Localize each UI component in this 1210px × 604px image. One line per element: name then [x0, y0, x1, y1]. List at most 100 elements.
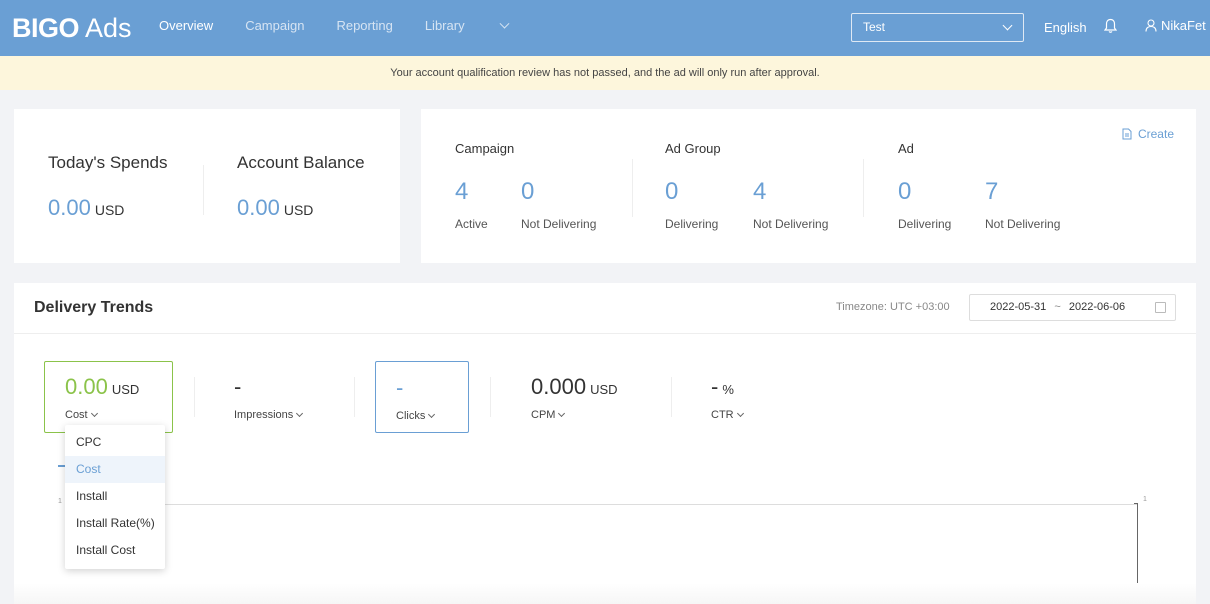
ad-delivering-label: Delivering: [898, 217, 952, 231]
todays-spends: Today's Spends 0.00 USD: [48, 153, 168, 221]
metric-cpm-value-row: 0.000 USD: [531, 374, 648, 400]
logo-bigo: BIGO: [12, 12, 80, 43]
bell-icon[interactable]: [1104, 18, 1117, 34]
chevron-down-icon: [1002, 20, 1013, 31]
main-nav: Overview Campaign Reporting Library: [159, 18, 540, 33]
campaign-active-count: 4: [455, 178, 469, 205]
adgroup-counts: Ad Group 0 Delivering 4 Not Delivering: [665, 141, 828, 231]
metric-ctr-label: CTR: [711, 409, 734, 421]
metric-impressions-label: Impressions: [234, 409, 294, 421]
delivery-trends-card: Delivery Trends Timezone: UTC +03:00 202…: [14, 283, 1196, 604]
dropdown-option-cpc[interactable]: CPC: [65, 429, 165, 456]
account-balance: Account Balance 0.00 USD: [237, 153, 365, 221]
todays-spends-label: Today's Spends: [48, 153, 168, 172]
date-start: 2022-05-31: [990, 301, 1047, 313]
ad-delivering[interactable]: 0 Delivering: [898, 178, 985, 231]
metric-clicks-label: Clicks: [396, 410, 426, 422]
create-button[interactable]: Create: [1122, 127, 1174, 141]
timezone-label: Timezone: UTC +03:00: [836, 301, 950, 313]
dropdown-option-install[interactable]: Install: [65, 483, 165, 510]
metric-cost-selector[interactable]: Cost: [65, 409, 172, 421]
account-select-value: Test: [863, 20, 886, 34]
metric-cost[interactable]: 0.00 USD Cost: [44, 361, 173, 433]
date-range-picker[interactable]: 2022-05-31 ~ 2022-06-06: [969, 294, 1176, 321]
metric-cost-label: Cost: [65, 409, 88, 421]
ad-counts: Ad 0 Delivering 7 Not Delivering: [898, 141, 1060, 231]
divider: [671, 377, 672, 417]
dropdown-option-install-cost[interactable]: Install Cost: [65, 537, 165, 564]
campaign-active[interactable]: 4 Active: [455, 178, 521, 231]
language-switch[interactable]: English: [1044, 20, 1087, 35]
account-balance-value: 0.00 USD: [237, 195, 365, 221]
logo-ads: Ads: [85, 12, 132, 43]
dropdown-option-install-rate[interactable]: Install Rate(%): [65, 510, 165, 537]
date-separator: ~: [1054, 301, 1061, 313]
nav-reporting[interactable]: Reporting: [336, 18, 392, 33]
metric-cpm-selector[interactable]: CPM: [531, 409, 648, 421]
ad-counts-title: Ad: [898, 141, 914, 156]
adgroup-delivering[interactable]: 0 Delivering: [665, 178, 753, 231]
metric-impressions[interactable]: - Impressions: [221, 361, 341, 433]
adgroup-delivering-count: 0: [665, 178, 679, 205]
metric-cpm[interactable]: 0.000 USD CPM: [518, 361, 648, 433]
metric-ctr[interactable]: -% CTR: [698, 361, 798, 433]
metric-impressions-value: -: [234, 374, 242, 399]
todays-spends-value: 0.00 USD: [48, 195, 168, 221]
y-axis-right-tick: 1: [1143, 496, 1147, 503]
metric-cost-value: 0.00: [65, 374, 108, 399]
campaign-counts: Campaign 4 Active 0 Not Delivering: [455, 141, 596, 231]
metric-impressions-selector[interactable]: Impressions: [234, 409, 341, 421]
chevron-down-icon: [296, 409, 304, 418]
account-balance-amount: 0.00: [237, 195, 280, 220]
user-menu[interactable]: NikaFet: [1145, 18, 1206, 33]
chevron-down-icon: [90, 409, 98, 418]
metric-clicks-selector[interactable]: Clicks: [396, 410, 468, 422]
ad-not-delivering[interactable]: 7 Not Delivering: [985, 178, 1060, 231]
ad-not-delivering-label: Not Delivering: [985, 217, 1061, 231]
metric-cost-unit: USD: [111, 382, 140, 397]
metric-ctr-value: -: [711, 374, 719, 399]
adgroup-delivering-label: Delivering: [665, 217, 719, 231]
adgroup-not-delivering-count: 4: [753, 178, 767, 205]
chevron-down-icon: [428, 410, 436, 419]
campaign-not-delivering-label: Not Delivering: [521, 217, 597, 231]
account-select[interactable]: Test: [851, 13, 1024, 42]
calendar-icon: [1155, 302, 1166, 313]
adgroup-counts-title: Ad Group: [665, 141, 721, 156]
chart-bottom-shade: [14, 583, 1196, 604]
qualification-warning-banner: Your account qualification review has no…: [0, 56, 1210, 90]
account-balance-label: Account Balance: [237, 153, 365, 172]
adgroup-not-delivering[interactable]: 4 Not Delivering: [753, 178, 828, 231]
date-end: 2022-06-06: [1068, 301, 1126, 313]
dropdown-option-cost[interactable]: Cost: [65, 456, 165, 483]
campaign-not-delivering[interactable]: 0 Not Delivering: [521, 178, 596, 231]
legend-marker: [58, 465, 65, 467]
metric-dropdown-menu: CPC Cost Install Install Rate(%) Install…: [65, 425, 165, 569]
metric-ctr-value-row: -%: [711, 374, 798, 400]
nav-campaign[interactable]: Campaign: [245, 18, 304, 33]
metric-cpm-value: 0.000: [531, 374, 587, 399]
account-balance-unit: USD: [283, 202, 314, 218]
chevron-down-icon: [736, 409, 744, 418]
entity-counts-card: Campaign 4 Active 0 Not Delivering Ad Gr…: [421, 109, 1196, 263]
ad-delivering-count: 0: [898, 178, 912, 205]
campaign-active-label: Active: [455, 217, 488, 231]
nav-overview[interactable]: Overview: [159, 18, 213, 33]
y-axis-left-tick: 1: [58, 498, 62, 505]
spend-summary-card: Today's Spends 0.00 USD Account Balance 0…: [14, 109, 400, 263]
todays-spends-amount: 0.00: [48, 195, 91, 220]
adgroup-not-delivering-label: Not Delivering: [753, 217, 829, 231]
divider: [490, 377, 491, 417]
document-icon: [1122, 128, 1132, 140]
divider: [632, 159, 633, 217]
create-button-label: Create: [1137, 127, 1174, 141]
user-icon: [1145, 19, 1157, 32]
metric-cost-value-row: 0.00 USD: [65, 374, 172, 400]
nav-library[interactable]: Library: [424, 18, 510, 33]
nav-library-label: Library: [424, 18, 465, 33]
metric-ctr-selector[interactable]: CTR: [711, 409, 798, 421]
divider: [194, 377, 195, 417]
bigo-ads-logo[interactable]: BIGO Ads: [12, 12, 132, 44]
metric-clicks[interactable]: - Clicks: [375, 361, 469, 433]
divider: [203, 165, 204, 215]
